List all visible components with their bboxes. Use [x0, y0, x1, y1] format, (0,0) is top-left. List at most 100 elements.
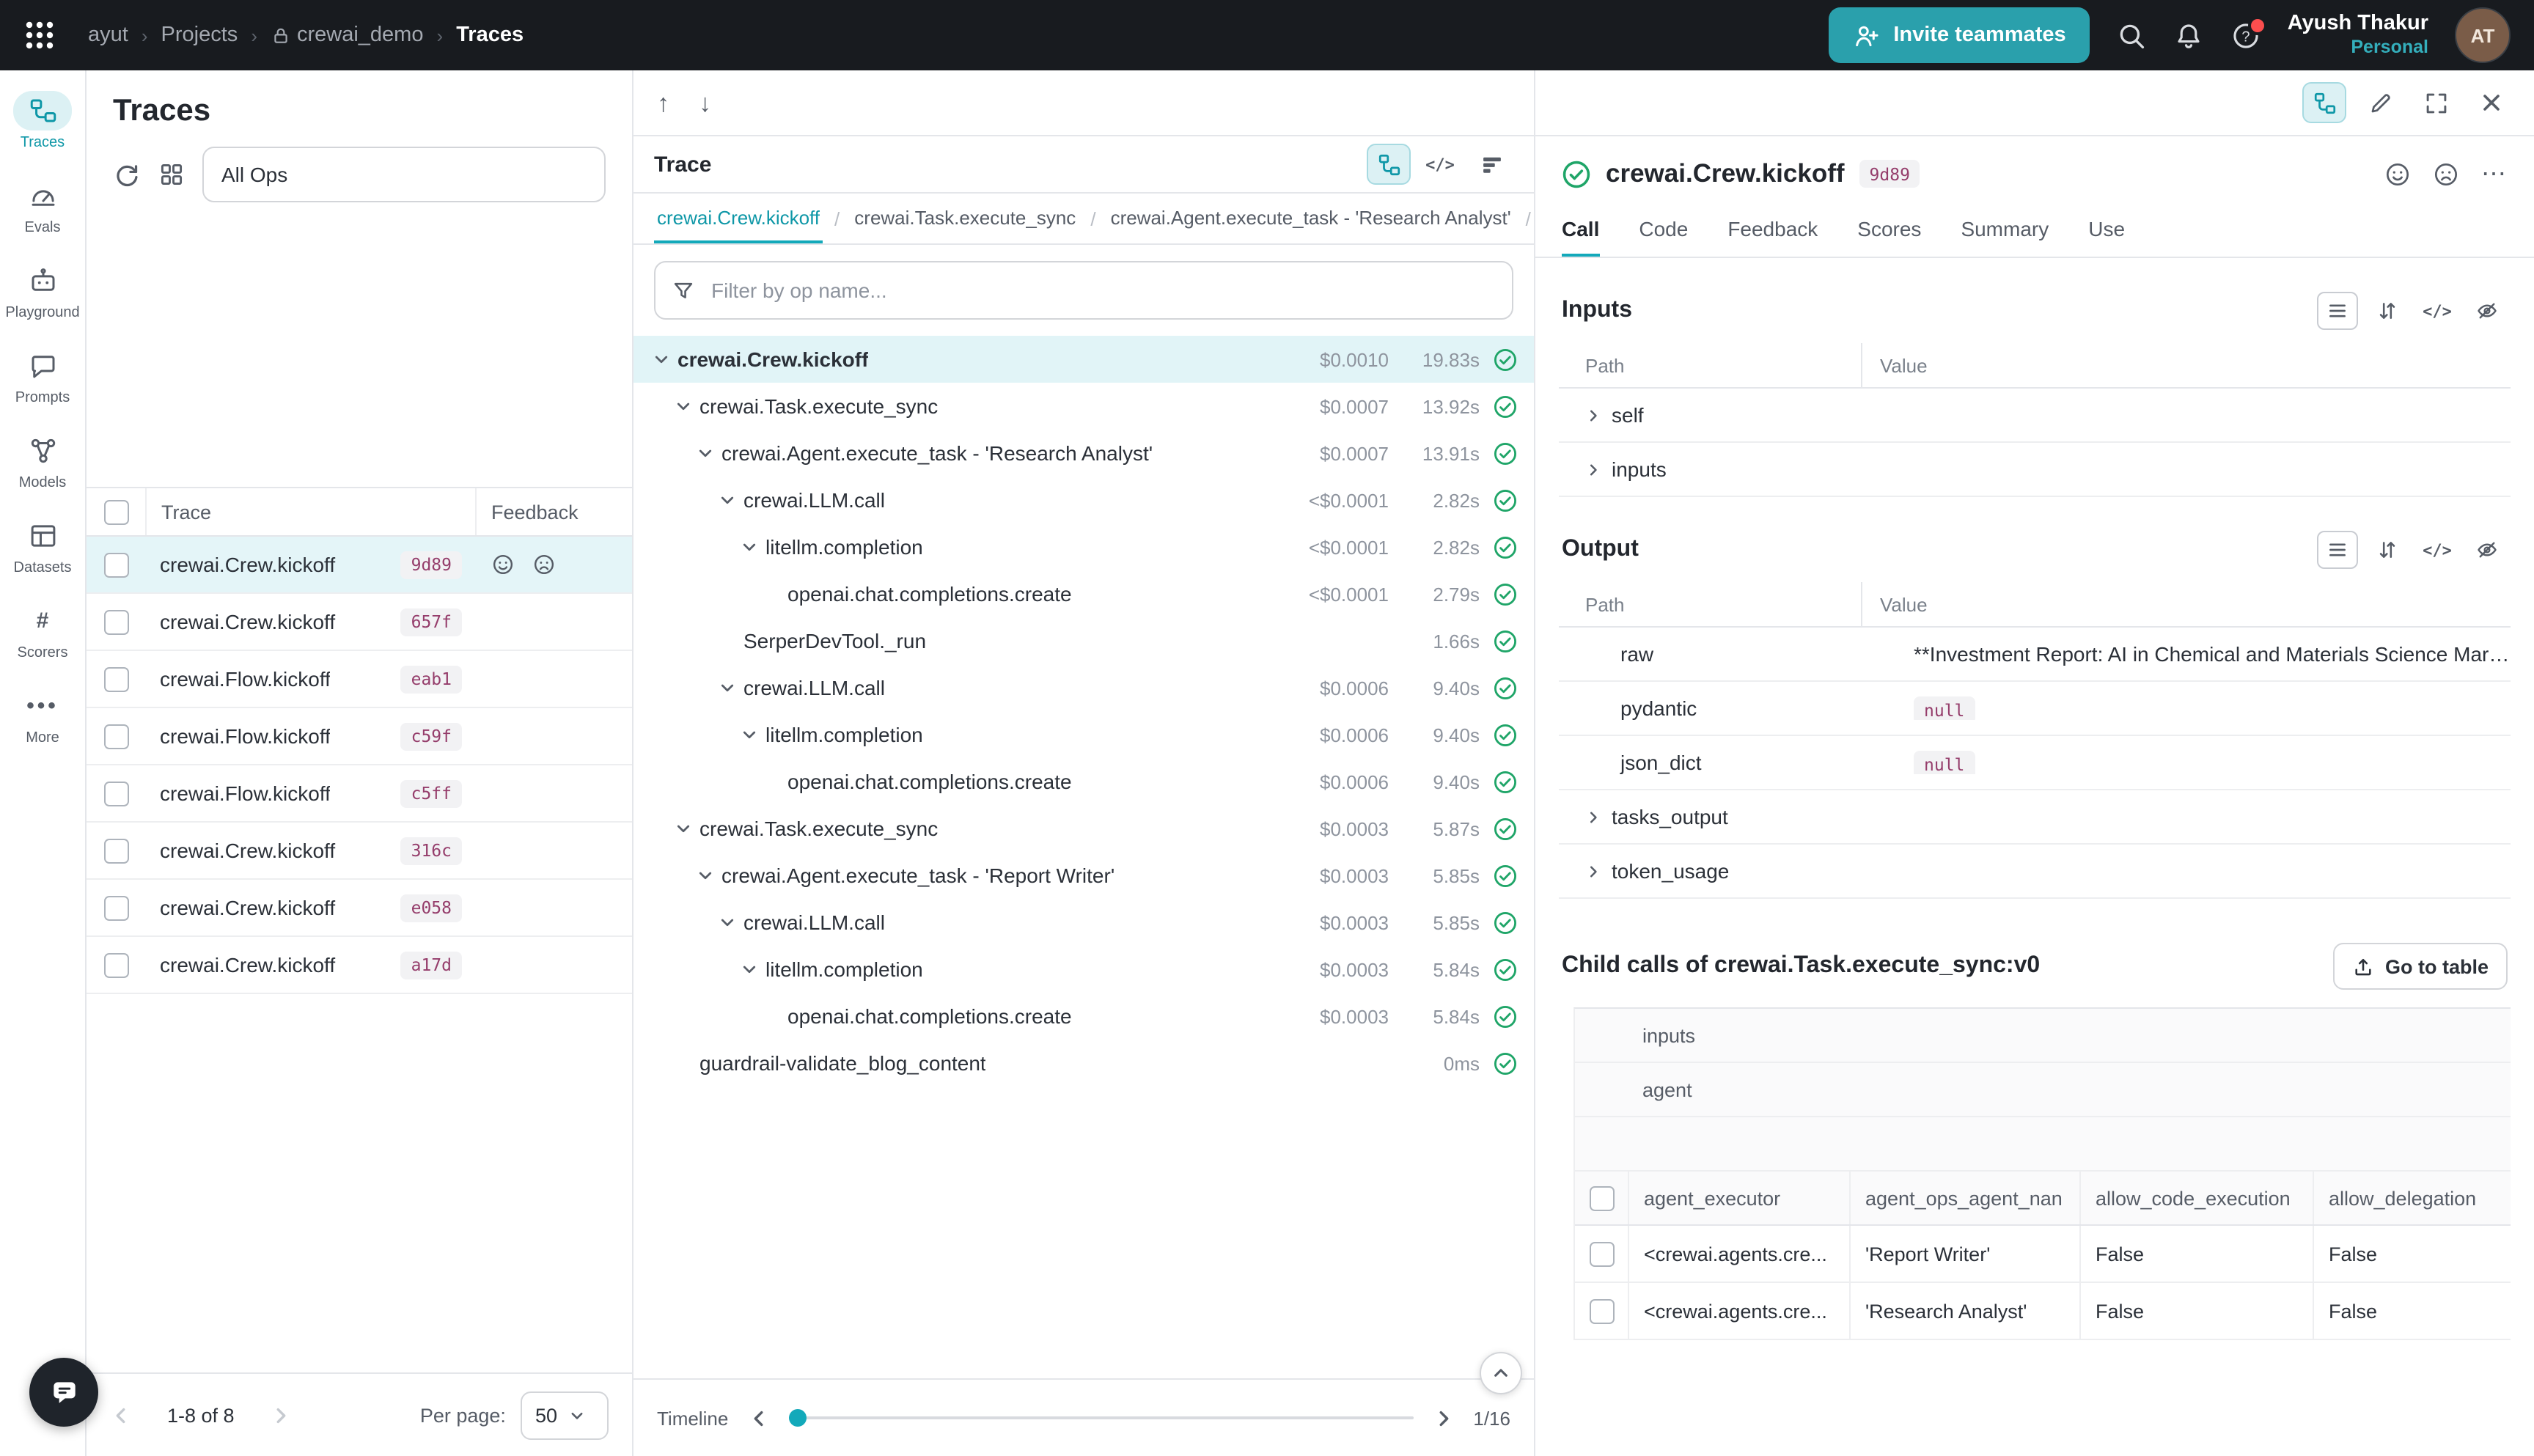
trace-tree-row[interactable]: crewai.Agent.execute_task - 'Research An… — [634, 430, 1534, 477]
trace-list-row[interactable]: crewai.Crew.kickoffe058 — [87, 880, 632, 937]
trace-name[interactable]: crewai.Crew.kickoff — [160, 839, 335, 862]
row-checkbox[interactable] — [1589, 1241, 1614, 1266]
overflow-menu-icon[interactable]: ⋯ — [2481, 161, 2508, 186]
expand-rows-icon[interactable] — [2367, 292, 2408, 330]
trace-name[interactable]: crewai.Crew.kickoff — [160, 553, 335, 576]
property-row[interactable]: pydanticnull — [1559, 682, 2511, 736]
property-row[interactable]: tasks_output — [1559, 790, 2511, 845]
chevron-down-icon[interactable] — [741, 960, 765, 978]
row-checkbox[interactable] — [103, 838, 128, 863]
trace-tree-row[interactable]: crewai.Agent.execute_task - 'Report Writ… — [634, 852, 1534, 899]
trace-list-row[interactable]: crewai.Crew.kickoff9d89 — [87, 537, 632, 594]
breadcrumb-project[interactable]: crewai_demo — [271, 23, 424, 47]
row-checkbox[interactable] — [103, 781, 128, 806]
next-page-icon[interactable] — [270, 1404, 292, 1426]
trace-list-row[interactable]: crewai.Flow.kickoffeab1 — [87, 651, 632, 708]
trace-list-row[interactable]: crewai.Flow.kickoffc59f — [87, 708, 632, 765]
previous-call-icon[interactable]: ↑ — [657, 90, 669, 115]
chevron-down-icon[interactable] — [697, 444, 721, 462]
tab-use[interactable]: Use — [2088, 202, 2125, 257]
bell-icon[interactable] — [2173, 20, 2204, 51]
op-filter-input[interactable] — [708, 277, 1496, 304]
close-icon[interactable] — [2469, 82, 2513, 123]
sidebar-item-models[interactable]: Models — [3, 425, 82, 500]
go-to-table-button[interactable]: Go to table — [2332, 943, 2508, 990]
select-all-checkbox[interactable] — [1589, 1185, 1614, 1210]
trace-name[interactable]: crewai.Crew.kickoff — [160, 953, 335, 977]
trace-tree-row[interactable]: crewai.LLM.call$0.00035.85s — [634, 899, 1534, 946]
chevron-down-icon[interactable] — [697, 867, 721, 884]
call-path-tab[interactable]: crewai.Agent.execute_task - 'Research An… — [1108, 194, 1514, 243]
column-header-trace[interactable]: Trace — [145, 488, 475, 535]
row-checkbox[interactable] — [103, 666, 128, 691]
column-header[interactable]: agent_executor — [1628, 1172, 1849, 1224]
tab-summary[interactable]: Summary — [1961, 202, 2049, 257]
column-header[interactable]: agent_ops_agent_nan — [1849, 1172, 2079, 1224]
timeline-next-icon[interactable] — [1432, 1407, 1454, 1429]
next-call-icon[interactable]: ↓ — [699, 90, 711, 115]
tree-view-icon[interactable] — [2302, 82, 2346, 123]
avatar[interactable]: AT — [2455, 7, 2511, 63]
help-icon[interactable]: ? — [2230, 20, 2261, 51]
row-checkbox[interactable] — [103, 952, 128, 977]
row-checkbox[interactable] — [103, 552, 128, 577]
code-view-icon[interactable]: </> — [1418, 144, 1462, 185]
ops-filter-select[interactable]: All Ops — [202, 147, 606, 202]
trace-name[interactable]: crewai.Crew.kickoff — [160, 610, 335, 633]
per-page-select[interactable]: 50 — [521, 1391, 609, 1439]
search-icon[interactable] — [2116, 20, 2147, 51]
user-menu[interactable]: Ayush Thakur Personal — [2288, 10, 2428, 60]
timeline-slider[interactable] — [788, 1416, 1413, 1419]
trace-list-row[interactable]: crewai.Flow.kickoffc5ff — [87, 765, 632, 823]
prev-page-icon[interactable] — [110, 1404, 132, 1426]
sidebar-item-more[interactable]: •••More — [3, 680, 82, 755]
chevron-right-icon[interactable] — [1585, 863, 1601, 879]
breadcrumb-entity[interactable]: ayut — [88, 23, 128, 47]
expand-rows-icon[interactable] — [2367, 531, 2408, 569]
trace-list-row[interactable]: crewai.Crew.kickoff316c — [87, 823, 632, 880]
trace-tree-row[interactable]: crewai.LLM.call$0.00069.40s — [634, 664, 1534, 711]
tab-call[interactable]: Call — [1562, 202, 1599, 257]
trace-tree-row[interactable]: SerperDevTool._run1.66s — [634, 617, 1534, 664]
chevron-down-icon[interactable] — [653, 350, 677, 368]
timeline-thumb[interactable] — [788, 1409, 806, 1427]
breadcrumb-projects[interactable]: Projects — [161, 23, 238, 47]
property-row[interactable]: json_dictnull — [1559, 736, 2511, 790]
column-header[interactable]: allow_code_execution — [2079, 1172, 2313, 1224]
column-settings-icon[interactable] — [158, 161, 185, 188]
sidebar-item-traces[interactable]: Traces — [3, 85, 82, 160]
chevron-down-icon[interactable] — [675, 397, 699, 415]
trace-tree-row[interactable]: openai.chat.completions.create<$0.00012.… — [634, 570, 1534, 617]
property-row[interactable]: token_usage — [1559, 845, 2511, 899]
trace-tree-row[interactable]: litellm.completion$0.00035.84s — [634, 946, 1534, 993]
invite-teammates-button[interactable]: Invite teammates — [1829, 7, 2089, 63]
property-row[interactable]: inputs — [1559, 443, 2511, 497]
trace-name[interactable]: crewai.Flow.kickoff — [160, 724, 331, 748]
feedback-smile-icon[interactable] — [491, 553, 515, 576]
chevron-right-icon[interactable] — [1585, 461, 1601, 477]
list-view-icon[interactable] — [2317, 292, 2358, 330]
property-row[interactable]: raw**Investment Report: AI in Chemical a… — [1559, 628, 2511, 682]
edit-icon[interactable] — [2358, 82, 2402, 123]
trace-name[interactable]: crewai.Crew.kickoff — [160, 896, 335, 919]
wandb-logo[interactable] — [23, 19, 56, 51]
row-checkbox[interactable] — [103, 609, 128, 634]
flame-graph-icon[interactable] — [1469, 144, 1513, 185]
feedback-frown-icon[interactable] — [2433, 161, 2459, 187]
tree-view-icon[interactable] — [1367, 144, 1411, 185]
row-checkbox[interactable] — [103, 895, 128, 920]
property-row[interactable]: self — [1559, 389, 2511, 443]
row-checkbox[interactable] — [1589, 1298, 1614, 1323]
select-all-checkbox[interactable] — [103, 499, 128, 524]
list-view-icon[interactable] — [2317, 531, 2358, 569]
timeline-prev-icon[interactable] — [747, 1407, 769, 1429]
chevron-right-icon[interactable] — [1585, 407, 1601, 423]
chevron-down-icon[interactable] — [719, 679, 743, 696]
chevron-down-icon[interactable] — [719, 491, 743, 509]
trace-name[interactable]: crewai.Flow.kickoff — [160, 667, 331, 691]
trace-tree-row[interactable]: litellm.completion$0.00069.40s — [634, 711, 1534, 758]
column-header-feedback[interactable]: Feedback — [475, 488, 632, 535]
sidebar-item-datasets[interactable]: Datasets — [3, 510, 82, 585]
chevron-down-icon[interactable] — [675, 820, 699, 837]
call-path-tab[interactable]: crewai.Crew.kickoff — [654, 194, 823, 243]
